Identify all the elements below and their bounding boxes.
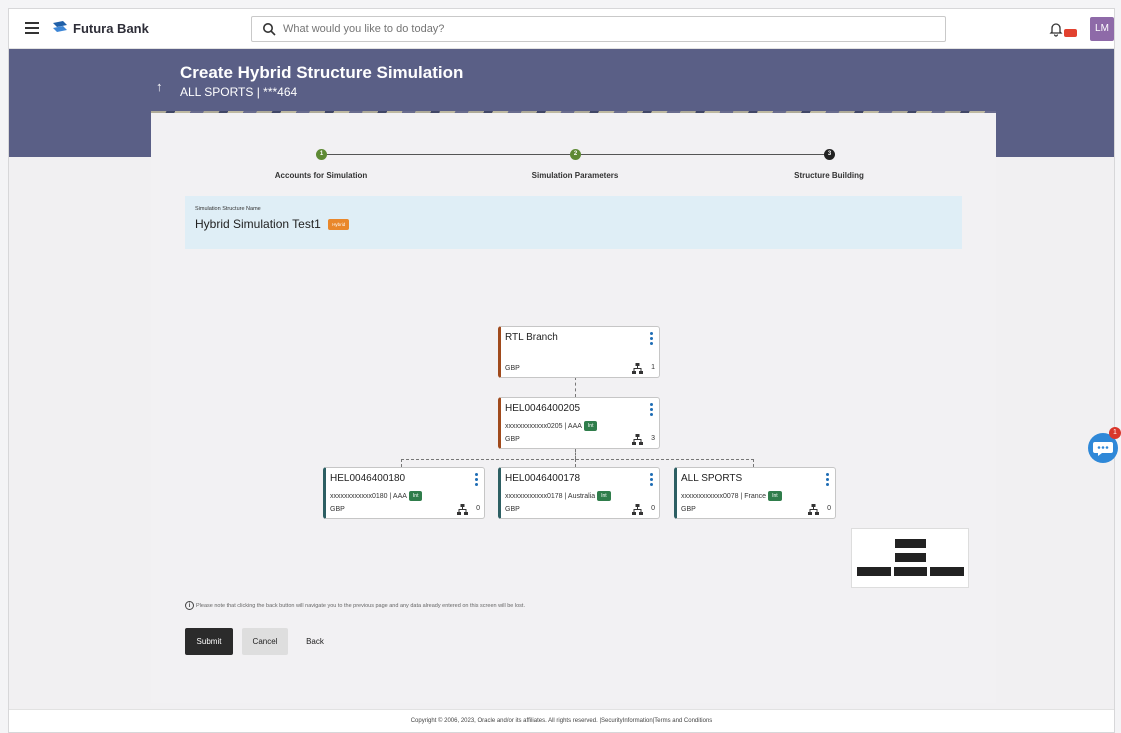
step-1-indicator: 1	[316, 149, 327, 160]
node-menu-icon[interactable]	[650, 473, 654, 487]
node-children-count: 3	[651, 435, 655, 442]
node-account-text: xxxxxxxxxxxx0178 | Australia	[505, 492, 596, 500]
bank-logo-icon	[53, 21, 67, 32]
node-menu-icon[interactable]	[650, 332, 654, 346]
hierarchy-icon[interactable]	[632, 434, 643, 445]
notification-bell-icon[interactable]	[1049, 21, 1063, 37]
node-account: xxxxxxxxxxxx0078 | France Int	[681, 491, 782, 501]
structure-name-label: Simulation Structure Name	[195, 206, 261, 212]
tree-connector	[575, 449, 576, 459]
node-menu-icon[interactable]	[650, 403, 654, 417]
node-account: xxxxxxxxxxxx0178 | Australia Int	[505, 491, 611, 501]
hierarchy-icon[interactable]	[808, 504, 819, 515]
int-badge: Int	[583, 421, 598, 431]
tree-node-level2[interactable]: HEL0046400180 xxxxxxxxxxxx0180 | AAA Int …	[323, 467, 485, 519]
minimap-block	[895, 553, 926, 562]
node-title: HEL0046400180	[330, 473, 406, 484]
minimap-block	[894, 567, 927, 576]
node-children-count: 1	[651, 364, 655, 371]
tree-connector	[575, 377, 576, 397]
node-title: HEL0046400205	[505, 403, 581, 414]
info-icon: i	[185, 601, 194, 610]
node-account: xxxxxxxxxxxx0180 | AAA Int	[330, 491, 423, 501]
tree-node-level1[interactable]: HEL0046400205 xxxxxxxxxxxx0205 | AAA Int …	[498, 397, 660, 449]
node-currency: GBP	[505, 365, 520, 372]
top-bar: Futura Bank LM	[9, 9, 1114, 49]
node-currency: GBP	[505, 506, 520, 513]
node-account-text: xxxxxxxxxxxx0205 | AAA	[505, 422, 582, 430]
int-badge: Int	[768, 491, 782, 501]
node-children-count: 0	[476, 505, 480, 512]
node-currency: GBP	[330, 506, 345, 513]
brand-name[interactable]: Futura Bank	[73, 21, 149, 36]
minimap-block	[930, 567, 964, 576]
stepper-line	[581, 154, 829, 155]
minimap-block	[857, 567, 891, 576]
simulation-structure-panel: Simulation Structure Name Hybrid Simulat…	[185, 196, 962, 249]
back-warning-note: i Please note that clicking the back butt…	[185, 601, 525, 610]
node-children-count: 0	[827, 505, 831, 512]
stepper-line	[327, 154, 575, 155]
back-arrow-icon[interactable]: ↑	[156, 79, 163, 94]
search-icon	[263, 23, 276, 36]
hierarchy-icon[interactable]	[457, 504, 468, 515]
node-title: RTL Branch	[505, 332, 558, 343]
node-currency: GBP	[505, 436, 520, 443]
app-window: Futura Bank LM ↑ Create Hybrid Structure…	[8, 8, 1115, 733]
node-title: HEL0046400178	[505, 473, 581, 484]
tree-connector	[575, 459, 576, 467]
step-2-indicator: 2	[570, 149, 581, 160]
notification-badge	[1064, 29, 1077, 37]
node-children-count: 0	[651, 505, 655, 512]
note-text: Please note that clicking the back butto…	[196, 602, 525, 609]
hamburger-menu-icon[interactable]	[25, 22, 39, 34]
tree-node-root[interactable]: RTL Branch GBP 1	[498, 326, 660, 378]
tree-connector	[401, 459, 402, 467]
node-title: ALL SPORTS	[681, 473, 743, 484]
footer: Copyright © 2006, 2023, Oracle and/or it…	[9, 709, 1114, 732]
page-subtitle: ALL SPORTS | ***464	[180, 85, 298, 99]
node-account-text: xxxxxxxxxxxx0180 | AAA	[330, 492, 407, 500]
hierarchy-icon[interactable]	[632, 504, 643, 515]
structure-name: Hybrid Simulation Test1	[195, 217, 321, 231]
tree-minimap[interactable]	[851, 528, 969, 588]
node-account-text: xxxxxxxxxxxx0078 | France	[681, 492, 767, 500]
node-account: xxxxxxxxxxxx0205 | AAA Int	[505, 421, 598, 431]
page-title: Create Hybrid Structure Simulation	[180, 63, 464, 82]
step-1-label: Accounts for Simulation	[274, 171, 368, 180]
tree-node-level2[interactable]: HEL0046400178 xxxxxxxxxxxx0178 | Austral…	[498, 467, 660, 519]
hierarchy-icon[interactable]	[632, 363, 643, 374]
tree-node-level2[interactable]: ALL SPORTS xxxxxxxxxxxx0078 | France Int …	[674, 467, 836, 519]
tree-connector	[753, 459, 754, 467]
structure-name-row: Hybrid Simulation Test1 Hybrid	[195, 217, 350, 231]
step-3-indicator: 3	[824, 149, 835, 160]
node-currency: GBP	[681, 506, 696, 513]
back-button[interactable]: Back	[297, 628, 333, 655]
hybrid-badge: Hybrid	[328, 219, 350, 231]
search-box[interactable]	[251, 16, 946, 42]
search-input[interactable]	[283, 20, 923, 38]
chat-badge: 1	[1109, 427, 1121, 439]
node-menu-icon[interactable]	[475, 473, 479, 487]
tree-connector	[401, 459, 754, 460]
int-badge: Int	[408, 491, 423, 501]
int-badge: Int	[597, 491, 611, 501]
avatar[interactable]: LM	[1090, 17, 1114, 41]
submit-button[interactable]: Submit	[185, 628, 233, 655]
step-2-label: Simulation Parameters	[531, 171, 619, 180]
cancel-button[interactable]: Cancel	[242, 628, 288, 655]
minimap-block	[895, 539, 926, 548]
step-3-label: Structure Building	[794, 171, 864, 180]
main-card: 1 Accounts for Simulation 2 Simulation P…	[151, 113, 996, 703]
node-menu-icon[interactable]	[826, 473, 830, 487]
